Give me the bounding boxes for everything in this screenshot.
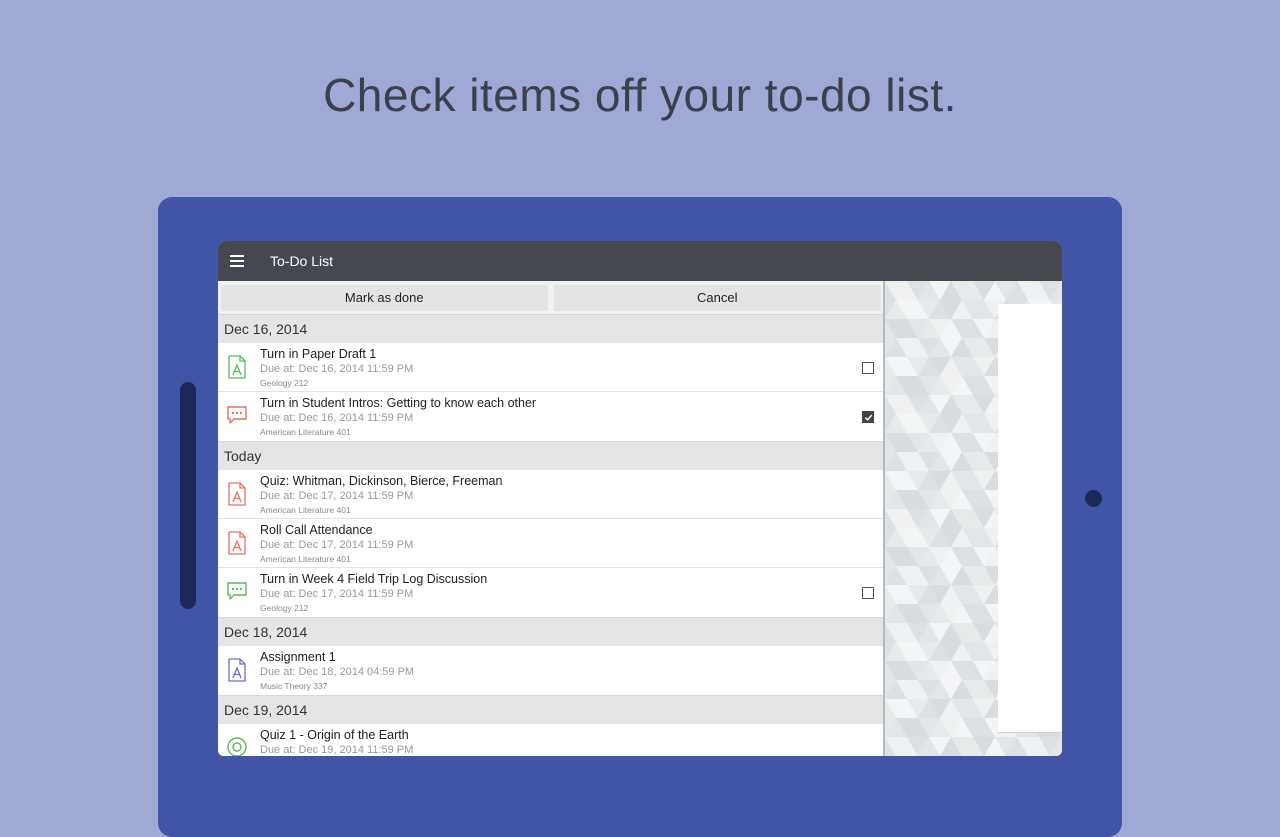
assignment-icon [226,355,248,379]
section-header: Dec 19, 2014 [218,695,883,724]
todo-row[interactable]: Quiz: Whitman, Dickinson, Bierce, Freema… [218,470,883,519]
discussion-icon [226,580,248,604]
todo-row[interactable]: Roll Call Attendance Due at: Dec 17, 201… [218,519,883,568]
tablet-camera [1085,490,1102,507]
todo-course: American Literature 401 [260,554,351,564]
tablet-side-button [180,382,196,609]
assignment-icon [226,531,248,555]
detail-pane [885,281,1062,756]
cancel-button[interactable]: Cancel [553,284,881,311]
todo-sections: Dec 16, 2014 Turn in Paper Draft 1 Due a… [218,314,883,756]
todo-title: Roll Call Attendance [260,523,373,537]
headline: Check items off your to-do list. [323,69,957,121]
hamburger-menu-icon[interactable] [230,255,244,267]
todo-row[interactable]: Quiz 1 - Origin of the Earth Due at: Dec… [218,724,883,756]
section-header: Dec 16, 2014 [218,314,883,343]
todo-list-pane: Mark as done Cancel Dec 16, 2014 Turn in… [218,281,883,756]
todo-course: Geology 212 [260,378,309,388]
mark-as-done-button[interactable]: Mark as done [221,284,548,311]
app-title: To-Do List [270,253,334,269]
todo-due-date: Due at: Dec 16, 2014 11:59 PM [260,412,414,424]
section-header: Dec 18, 2014 [218,617,883,646]
todo-due-date: Due at: Dec 16, 2014 11:59 PM [260,363,414,375]
todo-title: Quiz: Whitman, Dickinson, Bierce, Freema… [260,474,503,488]
todo-course: Geology 212 [260,603,309,613]
todo-row[interactable]: Turn in Paper Draft 1 Due at: Dec 16, 20… [218,343,883,392]
todo-due-date: Due at: Dec 19, 2014 11:59 PM [260,744,414,756]
todo-title: Quiz 1 - Origin of the Earth [260,728,409,742]
todo-course: American Literature 401 [260,427,351,437]
detail-card [998,304,1062,733]
todo-title: Turn in Student Intros: Getting to know … [260,396,537,410]
todo-title: Turn in Paper Draft 1 [260,347,377,361]
todo-due-date: Due at: Dec 18, 2014 04:59 PM [260,666,415,678]
todo-checkbox[interactable] [862,411,874,423]
app-bar: To-Do List [218,241,1062,281]
todo-row[interactable]: Assignment 1 Due at: Dec 18, 2014 04:59 … [218,646,883,695]
discussion-icon [226,404,248,428]
todo-checkbox[interactable] [862,362,874,374]
assignment-icon [226,482,248,506]
todo-course: Music Theory 337 [260,681,328,691]
todo-checkbox[interactable] [862,587,874,599]
checkmark-icon [864,414,872,421]
todo-due-date: Due at: Dec 17, 2014 11:59 PM [260,588,414,600]
assignment-icon [226,658,248,682]
todo-row[interactable]: Turn in Week 4 Field Trip Log Discussion… [218,568,883,617]
section-header: Today [218,441,883,470]
app-screen: To-Do List Mark as done Cancel Dec 16, 2… [218,241,1062,756]
todo-due-date: Due at: Dec 17, 2014 11:59 PM [260,539,414,551]
action-bar: Mark as done Cancel [218,281,883,314]
todo-title: Assignment 1 [260,650,336,664]
todo-course: American Literature 401 [260,505,351,515]
todo-row[interactable]: Turn in Student Intros: Getting to know … [218,392,883,441]
quiz-icon [226,736,248,756]
todo-title: Turn in Week 4 Field Trip Log Discussion [260,572,488,586]
todo-due-date: Due at: Dec 17, 2014 11:59 PM [260,490,414,502]
